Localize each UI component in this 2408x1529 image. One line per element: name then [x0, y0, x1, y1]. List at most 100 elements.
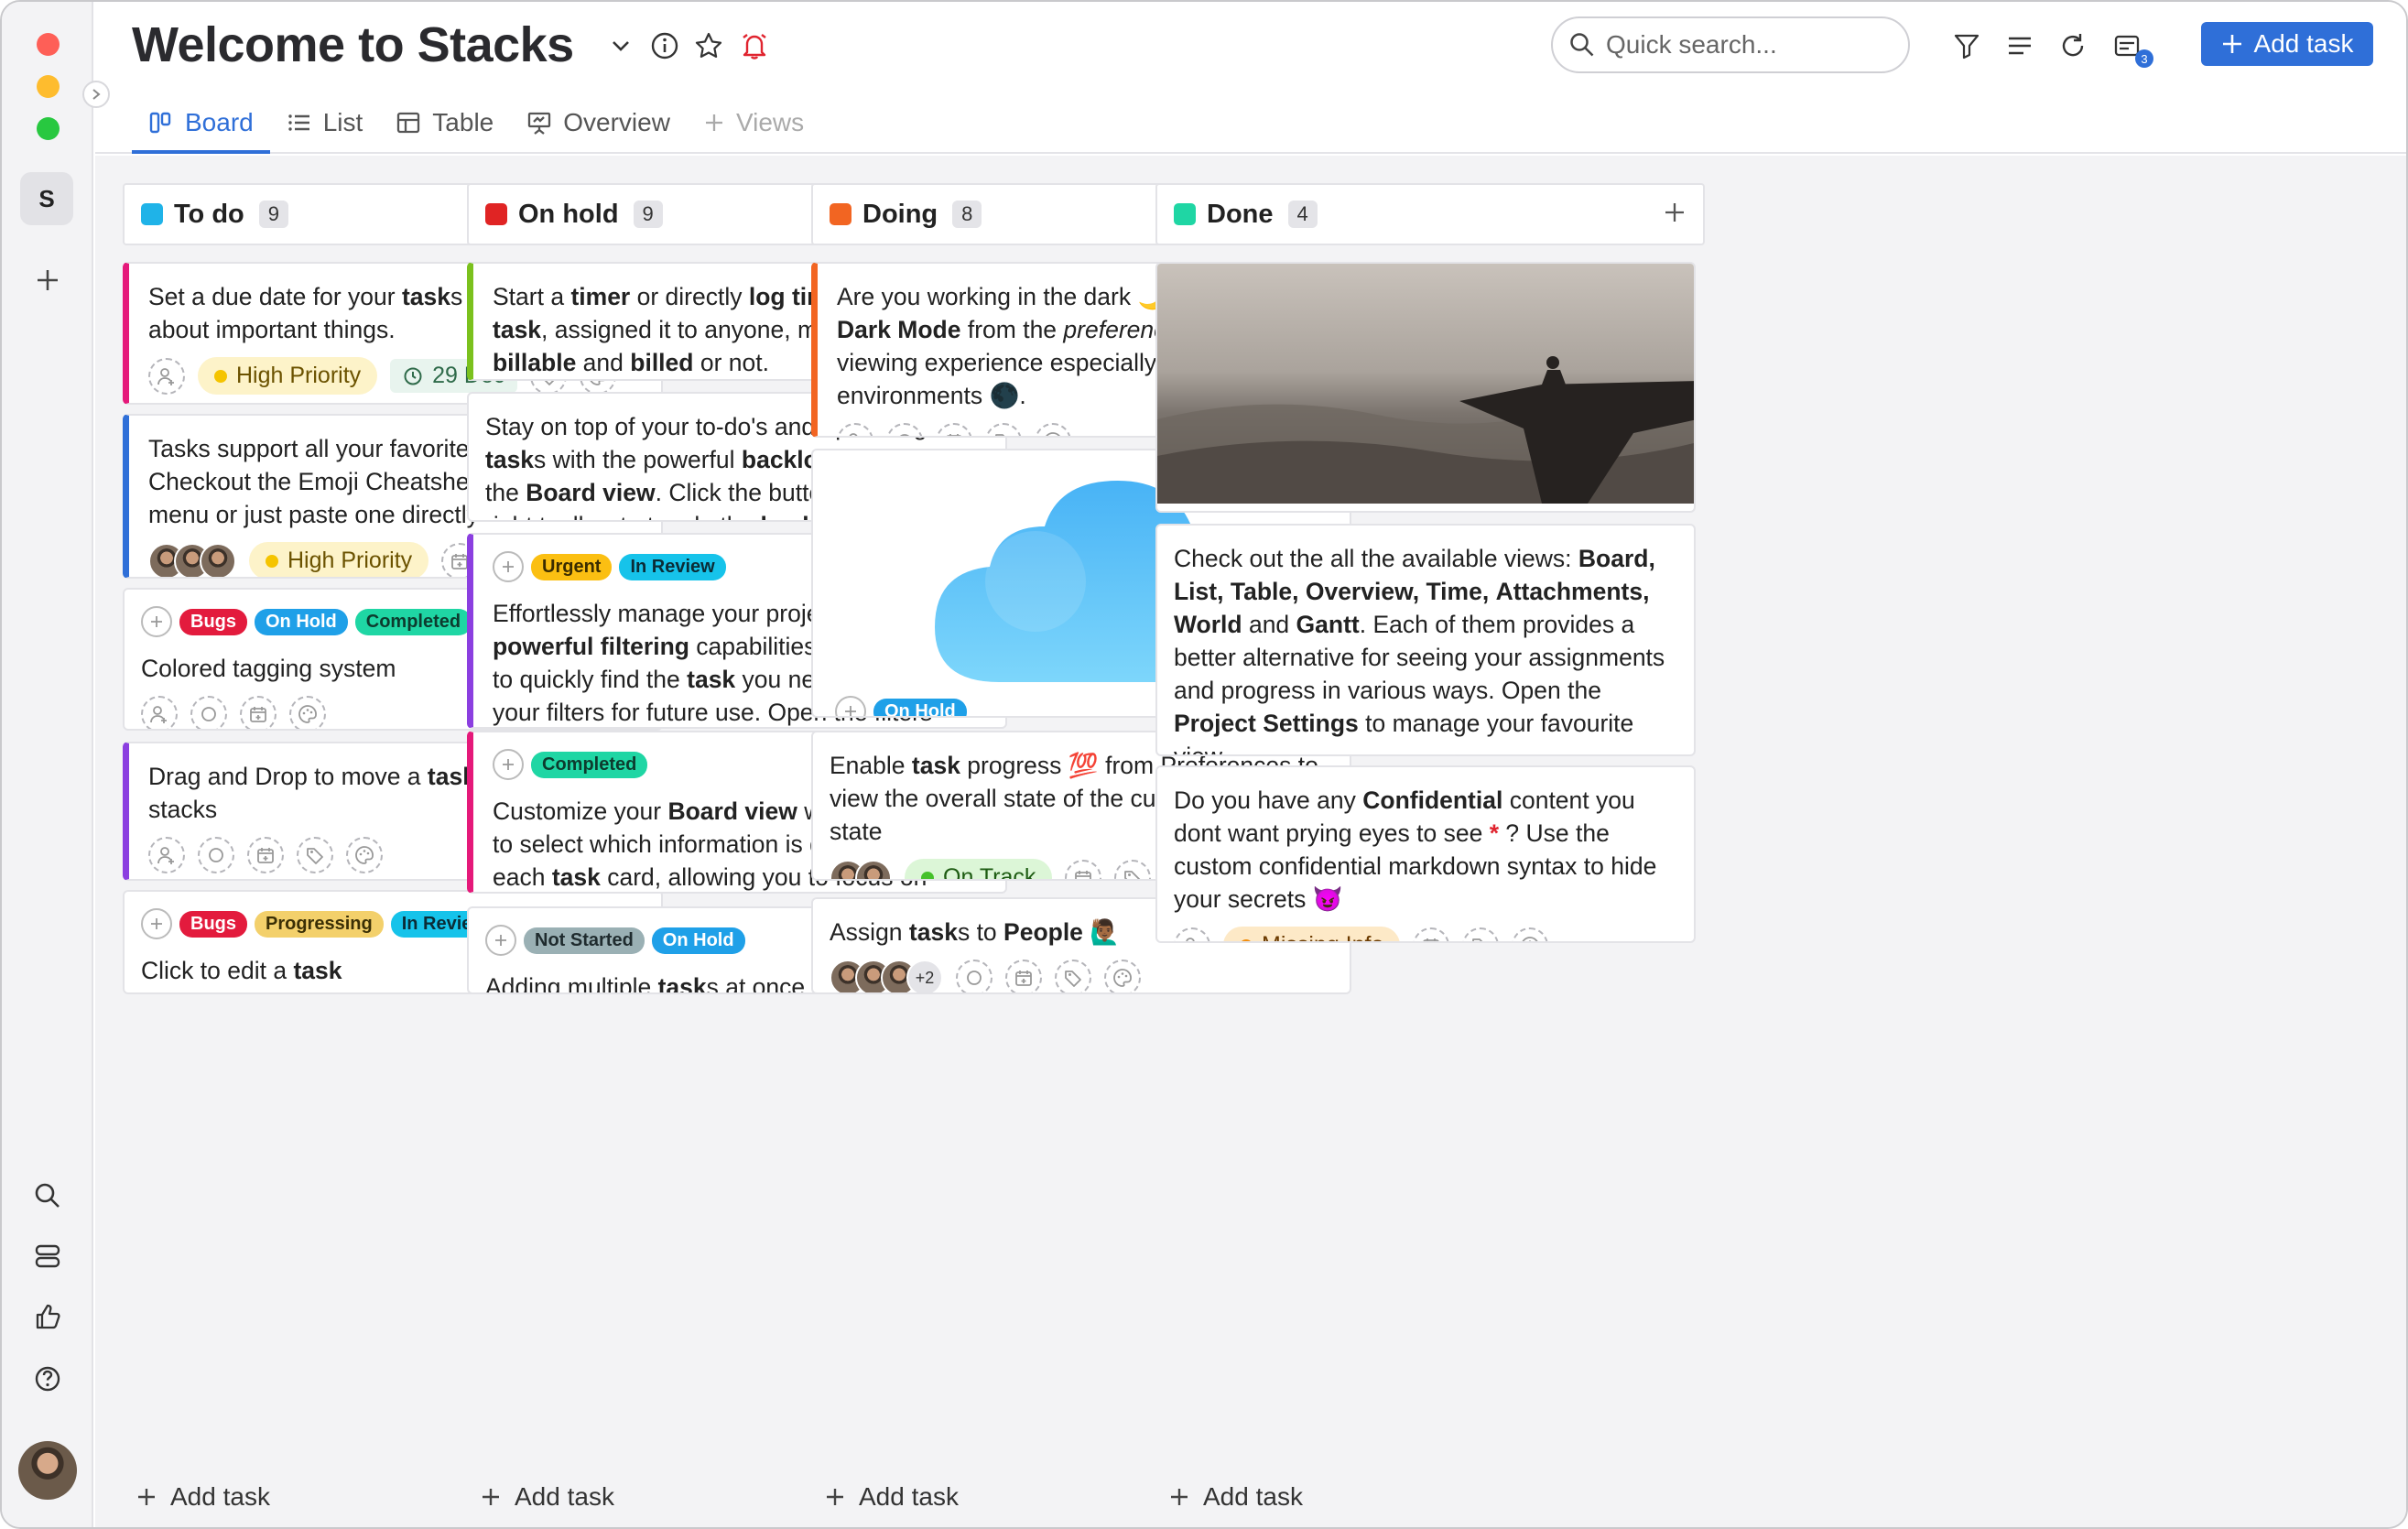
refresh-icon[interactable]: [2055, 27, 2091, 64]
star-icon[interactable]: [692, 29, 725, 62]
tab-table[interactable]: Table: [379, 92, 510, 154]
assignee-avatar[interactable]: [200, 542, 236, 577]
tag-icon[interactable]: [1055, 960, 1091, 992]
sidebar-toggle-button[interactable]: [82, 81, 110, 108]
tag-badge[interactable]: Completed: [354, 608, 472, 635]
color-icon[interactable]: [346, 837, 383, 873]
window-zoom-button[interactable]: [37, 117, 60, 140]
tab-label: Overview: [563, 108, 670, 136]
tab-board[interactable]: Board: [132, 92, 270, 154]
add-tag-icon[interactable]: [493, 749, 524, 780]
tab-list[interactable]: List: [270, 92, 380, 154]
status-badge[interactable]: Missing Info: [1223, 927, 1401, 941]
task-card[interactable]: Check out the all the available views: B…: [1155, 524, 1696, 756]
search-icon[interactable]: [29, 1177, 66, 1214]
add-tag-icon[interactable]: [835, 696, 866, 716]
priority-label: High Priority: [287, 548, 413, 573]
thumbs-up-icon[interactable]: [29, 1298, 66, 1335]
tab-overview[interactable]: Overview: [510, 92, 687, 154]
tab-label: Board: [185, 108, 254, 136]
tag-icon[interactable]: [985, 423, 1022, 436]
integrations-icon[interactable]: [29, 1238, 66, 1274]
task-title[interactable]: Do you have any Confidential content you…: [1174, 784, 1672, 916]
color-icon[interactable]: [1104, 960, 1141, 992]
tag-badge[interactable]: Not Started: [524, 927, 645, 954]
help-icon[interactable]: [29, 1361, 66, 1397]
assignee-icon[interactable]: [148, 837, 185, 873]
add-tag-icon[interactable]: [141, 908, 172, 939]
add-task-row[interactable]: Add task: [1155, 1465, 1705, 1527]
assignee-icon[interactable]: [837, 423, 873, 436]
assignee-avatar[interactable]: [855, 859, 892, 879]
tag-badge[interactable]: On Hold: [255, 608, 348, 635]
tag-badge[interactable]: Completed: [531, 751, 648, 778]
add-tag-icon[interactable]: [493, 551, 524, 582]
stack-color-swatch: [1174, 203, 1196, 225]
add-tag-icon[interactable]: [485, 925, 516, 956]
workspace-letter: S: [38, 184, 55, 212]
task-card[interactable]: Do you have any Confidential content you…: [1155, 765, 1696, 943]
add-tag-icon[interactable]: [141, 606, 172, 637]
more-assignees-badge[interactable]: +2: [906, 960, 943, 992]
tag-icon[interactable]: [297, 837, 333, 873]
stack-header[interactable]: Done 4: [1155, 183, 1705, 245]
due-date-icon[interactable]: [247, 837, 284, 873]
color-icon[interactable]: [289, 696, 326, 729]
stack-task-count: 4: [1287, 201, 1318, 228]
tag-badge[interactable]: In Review: [619, 553, 726, 580]
window-minimize-button[interactable]: [37, 75, 60, 98]
workspace-avatar[interactable]: S: [20, 172, 73, 225]
user-avatar[interactable]: [18, 1441, 77, 1500]
info-icon[interactable]: [648, 29, 681, 62]
tab-add-view[interactable]: Views: [687, 92, 820, 154]
tag-badge[interactable]: Urgent: [531, 553, 613, 580]
due-date-icon[interactable]: [240, 696, 277, 729]
tag-badge[interactable]: Bugs: [179, 608, 247, 635]
add-workspace-icon[interactable]: [29, 262, 66, 298]
filter-icon[interactable]: [1948, 27, 1985, 64]
tag-icon[interactable]: [1462, 927, 1500, 941]
status-icon[interactable]: [190, 696, 227, 729]
stack-name: To do: [174, 199, 244, 229]
status-icon[interactable]: [198, 837, 234, 873]
priority-badge[interactable]: High Priority: [198, 357, 378, 395]
project-title: Welcome to Stacks: [132, 17, 574, 72]
status-icon[interactable]: [886, 423, 923, 436]
stack-name: Done: [1207, 199, 1274, 229]
stack-task-count: 9: [633, 201, 663, 228]
color-icon[interactable]: [1512, 927, 1549, 941]
search-icon: [1570, 33, 1594, 57]
due-date-icon[interactable]: [936, 423, 972, 436]
status-dot: [1240, 938, 1253, 941]
due-date-icon[interactable]: [1413, 927, 1450, 941]
status-icon[interactable]: [956, 960, 992, 992]
cover-photo[interactable]: [1157, 264, 1694, 504]
chevron-down-icon[interactable]: [604, 29, 637, 62]
add-task-plus-icon[interactable]: [1663, 201, 1687, 229]
color-icon[interactable]: [1035, 423, 1071, 436]
list-icon: [288, 114, 309, 131]
assignee-icon[interactable]: [1174, 927, 1210, 941]
assignee-icon[interactable]: [148, 357, 185, 395]
due-date-icon[interactable]: [1005, 960, 1042, 992]
task-card[interactable]: Completed Trip to Yosemite with my frien…: [1155, 262, 1696, 513]
bell-alert-icon[interactable]: [736, 27, 773, 64]
priority-label: High Priority: [236, 363, 362, 388]
tag-badge[interactable]: Progressing: [255, 910, 384, 938]
tag-badge[interactable]: Bugs: [179, 910, 247, 938]
due-date-icon[interactable]: [1065, 859, 1102, 879]
window-close-button[interactable]: [37, 33, 60, 56]
assignee-icon[interactable]: [141, 696, 178, 729]
status-badge[interactable]: On Track: [905, 859, 1053, 879]
tag-badge[interactable]: On Hold: [873, 698, 967, 716]
tag-icon[interactable]: [1114, 859, 1152, 879]
sort-lines-icon[interactable]: [2001, 27, 2038, 64]
tag-badge[interactable]: On Hold: [651, 927, 745, 954]
priority-badge[interactable]: High Priority: [249, 542, 429, 577]
notifications-icon[interactable]: 3: [2108, 27, 2153, 68]
quick-search[interactable]: [1551, 16, 1910, 73]
add-task-button[interactable]: Add task: [2201, 22, 2373, 66]
task-title[interactable]: Check out the all the available views: B…: [1174, 542, 1672, 754]
search-input[interactable]: [1606, 30, 1881, 60]
clock-icon: [404, 367, 422, 385]
